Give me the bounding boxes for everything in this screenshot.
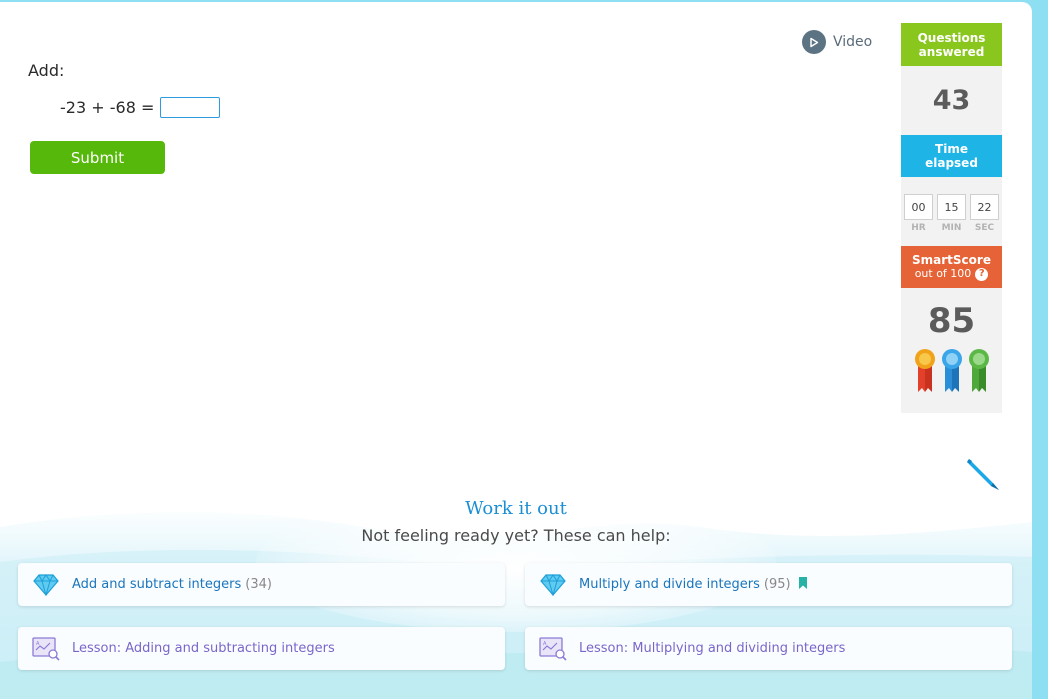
lesson-icon: A [539,636,567,661]
ribbons [901,342,1002,394]
term-1: -23 [60,98,87,117]
resource-label: Lesson: Adding and subtracting integers [72,641,335,656]
lesson-icon: A [32,636,60,661]
resource-count: (95) [763,577,791,592]
diamond-icon [539,573,567,596]
answer-input[interactable] [160,97,221,118]
resource-lesson-adding-subtracting[interactable]: A Lesson: Adding and subtracting integer… [18,627,505,670]
work-it-out-title: Work it out [465,498,567,519]
submit-button[interactable]: Submit [30,141,165,174]
video-link[interactable]: Video [802,30,872,54]
diamond-icon [32,573,60,596]
term-2: -68 [109,98,136,117]
questions-label: Questions [917,30,986,45]
equation: -23 + -68 = [60,97,221,118]
questions-answered-value: 43 [901,66,1002,135]
timer: 00 HR 15 MIN 22 SEC [901,177,1002,246]
plus-operator: + [91,98,105,117]
timer-hours: 00 [904,194,933,220]
resource-add-subtract-integers[interactable]: Add and subtract integers (34) [18,563,505,606]
smartscore-sublabel-row: out of 100 ? [901,267,1002,281]
ribbon-orange-icon [914,349,935,392]
timer-seconds: 22 [970,194,999,220]
svg-text:A: A [36,641,40,647]
resource-lesson-multiplying-dividing[interactable]: A Lesson: Multiplying and dividing integ… [525,627,1012,670]
smartscore-sublabel: out of 100 [914,267,972,280]
answered-label: answered [918,44,985,59]
work-it-out-subtitle: Not feeling ready yet? These can help: [361,526,671,545]
resource-label: Add and subtract integers [72,577,242,592]
ribbon-green-icon [968,349,989,392]
smartscore-header: SmartScore out of 100 ? [901,246,1002,288]
time-label: Time [935,142,968,156]
elapsed-label: elapsed [925,156,978,170]
smartscore-panel: 85 [901,288,1002,413]
resource-multiply-divide-integers[interactable]: Multiply and divide integers (95) [525,563,1012,606]
practice-card: Add: -23 + -68 = Submit Video Questions … [0,2,1032,699]
ribbon-blue-icon [941,349,962,392]
smartscore-value: 85 [927,301,976,341]
time-elapsed-header: Time elapsed [901,135,1002,177]
equals-sign: = [140,98,155,117]
pencil-icon[interactable] [963,453,1003,497]
timer-hours-label: HR [911,223,926,233]
stats-sidebar: Questions answered 43 Time elapsed 00 HR… [901,23,1002,413]
video-label: Video [833,34,873,50]
question-prompt: Add: [28,61,65,80]
bookmark-icon [798,576,807,593]
resource-label: Lesson: Multiplying and dividing integer… [579,641,846,656]
svg-text:A: A [543,641,547,647]
timer-minutes-label: MIN [941,223,962,233]
timer-seconds-label: SEC [974,223,995,233]
resource-label: Multiply and divide integers [579,577,760,592]
help-icon[interactable]: ? [975,267,989,281]
resource-count: (34) [245,577,272,592]
smartscore-label: SmartScore [912,253,991,267]
timer-minutes: 15 [937,194,966,220]
questions-answered-header: Questions answered [901,23,1002,66]
play-icon [802,30,826,54]
